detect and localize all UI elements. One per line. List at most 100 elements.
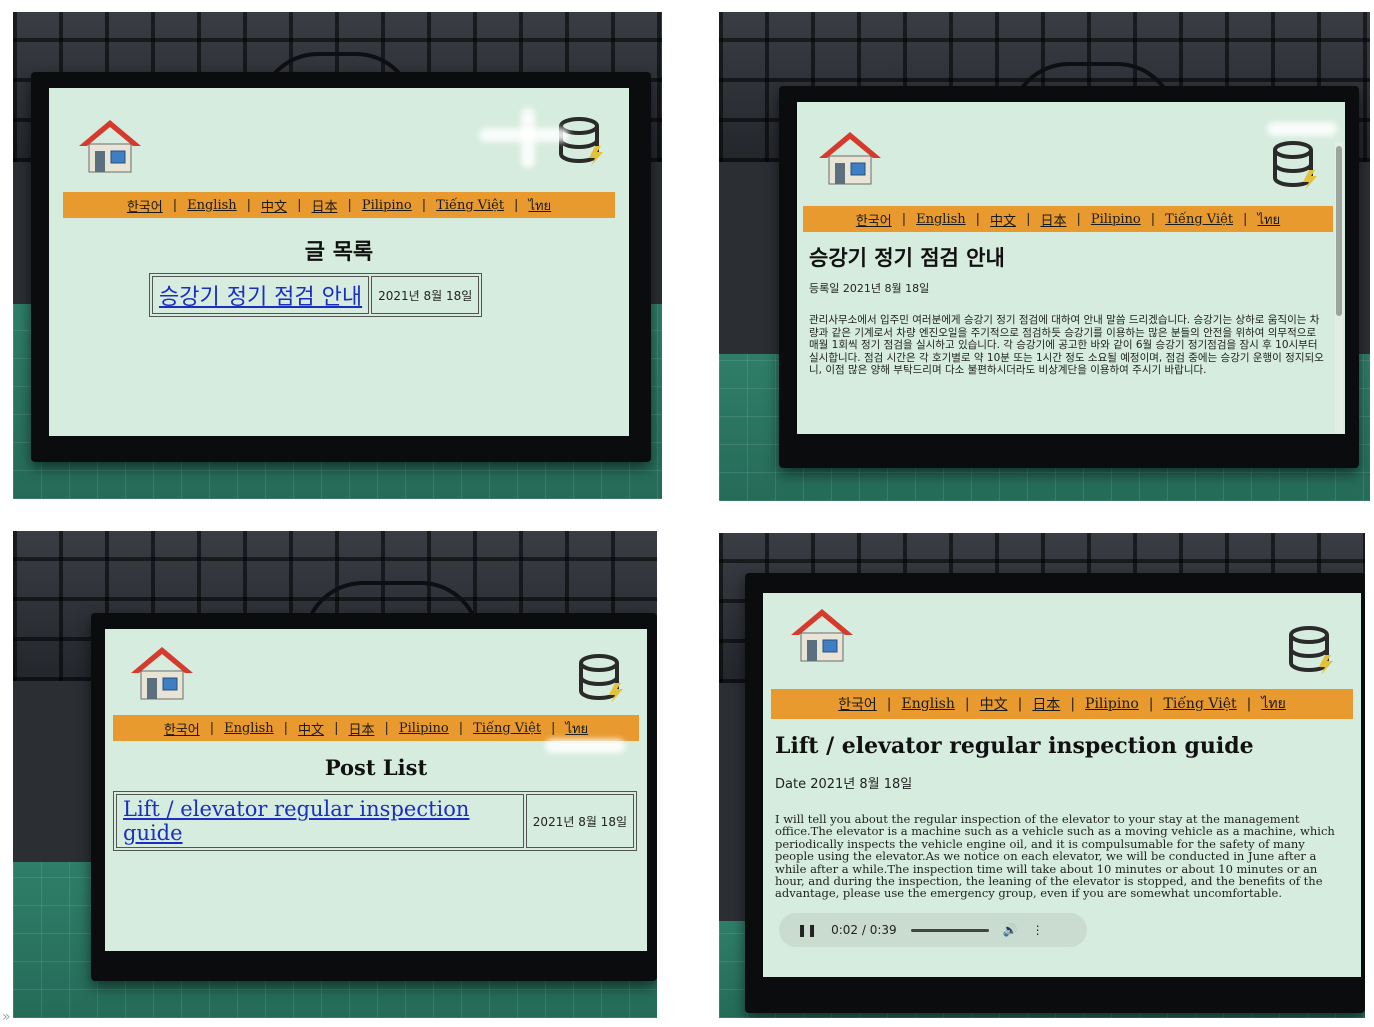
- nav-link-vietnamese[interactable]: Tiếng Việt: [473, 721, 541, 736]
- post-title: Lift / elevator regular inspection guide: [775, 733, 1254, 759]
- nav-link-korean[interactable]: 한국어: [164, 719, 200, 738]
- nav-link-vietnamese[interactable]: Tiếng Việt: [436, 198, 504, 213]
- nav-link-filipino[interactable]: Pilipino: [1085, 696, 1139, 712]
- nav-separator: |: [1017, 696, 1023, 712]
- screen: 한국어 | English | 中文 | 日本 | Pilipino | Tiếng Vi…: [763, 593, 1361, 977]
- nav-link-chinese[interactable]: 中文: [298, 719, 324, 738]
- nav-link-filipino[interactable]: Pilipino: [399, 721, 449, 736]
- nav-separator: |: [209, 720, 215, 736]
- nav-link-vietnamese[interactable]: Tiếng Việt: [1165, 212, 1233, 227]
- language-nav: 한국어 | English | 中文 | 日本 | Pilipino | Tiếng Vi…: [63, 192, 615, 218]
- database-bolt-icon[interactable]: [577, 653, 625, 703]
- nav-link-japanese[interactable]: 日本: [311, 196, 337, 215]
- table-row: Lift / elevator regular inspection guide…: [116, 794, 634, 848]
- nav-separator: |: [297, 197, 302, 213]
- post-body: I will tell you about the regular inspec…: [775, 812, 1335, 901]
- tablet: 한국어 | English | 中文 | 日本 | Pilipino | Tiếng Vi…: [31, 72, 651, 462]
- nav-link-thai[interactable]: ไทย: [1261, 693, 1285, 715]
- pause-icon[interactable]: ❚❚: [797, 923, 817, 937]
- tablet: 한국어 | English | 中文 | 日本 | Pilipino | Tiếng Vi…: [91, 613, 657, 981]
- nav-link-english[interactable]: English: [224, 721, 274, 736]
- nav-separator: |: [1026, 211, 1031, 227]
- nav-link-english[interactable]: English: [187, 198, 237, 213]
- tablet: 한국어 | English | 中文 | 日本 | Pilipino | Tiếng Vi…: [779, 86, 1359, 468]
- nav-separator: |: [347, 197, 352, 213]
- nav-link-chinese[interactable]: 中文: [990, 210, 1016, 229]
- table-row: 승강기 정기 점검 안내 2021년 8월 18일: [152, 276, 480, 314]
- nav-link-japanese[interactable]: 日本: [1032, 694, 1060, 714]
- nav-separator: |: [1150, 211, 1156, 227]
- corner-glyph: »: [2, 1009, 11, 1025]
- post-date: 2021년 8월 18일: [371, 276, 480, 314]
- post-table: Lift / elevator regular inspection guide…: [113, 791, 637, 851]
- page-title: 글 목록: [304, 240, 374, 265]
- nav-separator: |: [964, 696, 970, 712]
- nav-separator: |: [1243, 211, 1248, 227]
- screen: 한국어 | English | 中文 | 日本 | Pilipino | Tiếng Vi…: [49, 88, 629, 436]
- post-title: 승강기 정기 점검 안내: [809, 246, 1005, 270]
- nav-link-korean[interactable]: 한국어: [838, 694, 877, 714]
- screen: 한국어 | English | 中文 | 日本 | Pilipino | Tiếng Vi…: [797, 102, 1345, 434]
- nav-separator: |: [551, 720, 556, 736]
- house-icon[interactable]: [77, 118, 143, 174]
- page-title: Post List: [324, 755, 428, 780]
- screen: 한국어 | English | 中文 | 日本 | Pilipino | Tiếng Vi…: [105, 629, 647, 951]
- nav-separator: |: [334, 720, 339, 736]
- database-bolt-icon[interactable]: [1287, 625, 1335, 675]
- screen-glare: [521, 108, 535, 168]
- photo-english-post-detail: 한국어 | English | 中文 | 日本 | Pilipino | Tiếng Vi…: [719, 533, 1365, 1018]
- scrollbar-thumb[interactable]: [1336, 146, 1342, 316]
- house-icon[interactable]: [789, 607, 855, 663]
- language-nav: 한국어 | English | 中文 | 日本 | Pilipino | Tiếng Vi…: [113, 715, 639, 741]
- photo-english-post-list: 한국어 | English | 中文 | 日本 | Pilipino | Tiếng Vi…: [13, 531, 657, 1018]
- nav-link-japanese[interactable]: 日本: [348, 719, 374, 738]
- audio-player: ❚❚ 0:02 / 0:39 🔊 ⋮: [779, 913, 1087, 947]
- more-options-icon[interactable]: ⋮: [1032, 923, 1044, 937]
- nav-link-chinese[interactable]: 中文: [261, 196, 287, 215]
- screen-glare: [1267, 122, 1337, 136]
- nav-separator: |: [901, 211, 907, 227]
- nav-separator: |: [1148, 696, 1154, 712]
- nav-link-english[interactable]: English: [902, 696, 955, 712]
- nav-separator: |: [458, 720, 464, 736]
- post-link[interactable]: Lift / elevator regular inspection guide: [123, 797, 469, 845]
- house-icon[interactable]: [129, 645, 195, 701]
- nav-link-vietnamese[interactable]: Tiếng Việt: [1164, 696, 1237, 712]
- nav-separator: |: [1070, 696, 1076, 712]
- nav-link-filipino[interactable]: Pilipino: [1091, 212, 1141, 227]
- language-nav: 한국어 | English | 中文 | 日本 | Pilipino | Tiếng Vi…: [803, 206, 1333, 232]
- screen-glare: [545, 739, 625, 753]
- photo-korean-post-detail: 한국어 | English | 中文 | 日本 | Pilipino | Tiếng Vi…: [719, 12, 1370, 501]
- nav-separator: |: [384, 720, 389, 736]
- photo-korean-post-list: 한국어 | English | 中文 | 日本 | Pilipino | Tiếng Vi…: [13, 12, 662, 499]
- nav-link-english[interactable]: English: [916, 212, 966, 227]
- nav-link-thai[interactable]: ไทย: [565, 718, 588, 739]
- nav-link-thai[interactable]: ไทย: [528, 195, 551, 216]
- nav-link-chinese[interactable]: 中文: [980, 694, 1008, 714]
- database-bolt-icon[interactable]: [1271, 140, 1319, 190]
- nav-link-korean[interactable]: 한국어: [856, 210, 892, 229]
- nav-link-filipino[interactable]: Pilipino: [362, 198, 412, 213]
- post-link[interactable]: 승강기 정기 점검 안내: [159, 285, 362, 310]
- post-date: 등록일 2021년 8월 18일: [809, 282, 930, 295]
- nav-separator: |: [886, 696, 892, 712]
- post-date: 2021년 8월 18일: [525, 794, 634, 848]
- volume-icon[interactable]: 🔊: [1003, 923, 1018, 937]
- post-date: Date 2021년 8월 18일: [775, 777, 913, 792]
- post-body: 관리사무소에서 입주민 여러분에게 승강기 정기 점검에 대하여 안내 말씀 드…: [809, 314, 1324, 377]
- nav-separator: |: [283, 720, 289, 736]
- nav-separator: |: [246, 197, 252, 213]
- nav-link-thai[interactable]: ไทย: [1257, 209, 1280, 230]
- audio-time: 0:02 / 0:39: [831, 923, 897, 937]
- nav-separator: |: [421, 197, 427, 213]
- nav-separator: |: [514, 197, 519, 213]
- post-table: 승강기 정기 점검 안내 2021년 8월 18일: [149, 273, 483, 317]
- nav-separator: |: [1076, 211, 1081, 227]
- tablet: 한국어 | English | 中文 | 日本 | Pilipino | Tiếng Vi…: [745, 573, 1365, 1013]
- nav-separator: |: [975, 211, 981, 227]
- nav-link-japanese[interactable]: 日本: [1040, 210, 1066, 229]
- nav-link-korean[interactable]: 한국어: [127, 196, 163, 215]
- audio-progress-slider[interactable]: [910, 928, 989, 932]
- house-icon[interactable]: [817, 130, 883, 186]
- nav-separator: |: [1246, 696, 1252, 712]
